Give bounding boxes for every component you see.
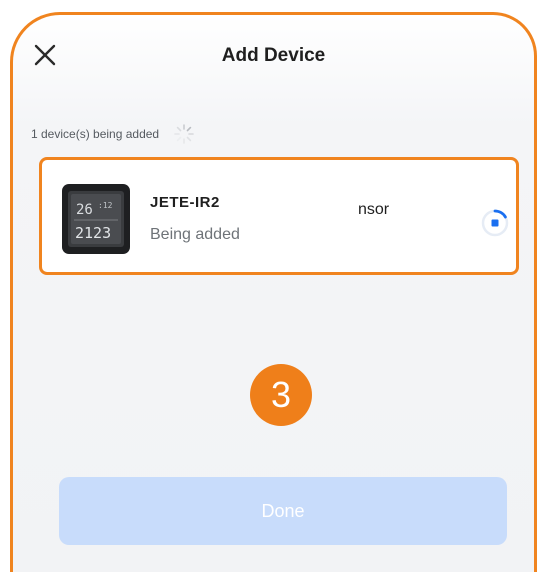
device-thermometer-image: 26 :12 2123 (62, 184, 130, 254)
device-name: JETE-IR2 (150, 194, 220, 211)
spinner-icon (174, 124, 194, 144)
status-text: 1 device(s) being added (31, 127, 160, 141)
page-title: Add Device (221, 45, 326, 66)
progress-spinner-icon (481, 209, 509, 237)
device-status: Being added (150, 226, 240, 243)
device-card[interactable]: 26 :12 2123 JETE-IR2 Being added nsor (39, 157, 519, 275)
device-name-suffix: nsor (358, 201, 390, 218)
done-button[interactable]: Done (59, 477, 507, 545)
phone-frame: Add Device 1 device(s) being added 26 :1… (10, 12, 537, 572)
header: Add Device (13, 15, 534, 95)
svg-text:2123: 2123 (75, 224, 111, 242)
svg-text::12: :12 (98, 201, 113, 210)
svg-text:26: 26 (76, 202, 93, 218)
step-number-badge: 3 (250, 364, 312, 426)
status-row: 1 device(s) being added (31, 123, 195, 145)
